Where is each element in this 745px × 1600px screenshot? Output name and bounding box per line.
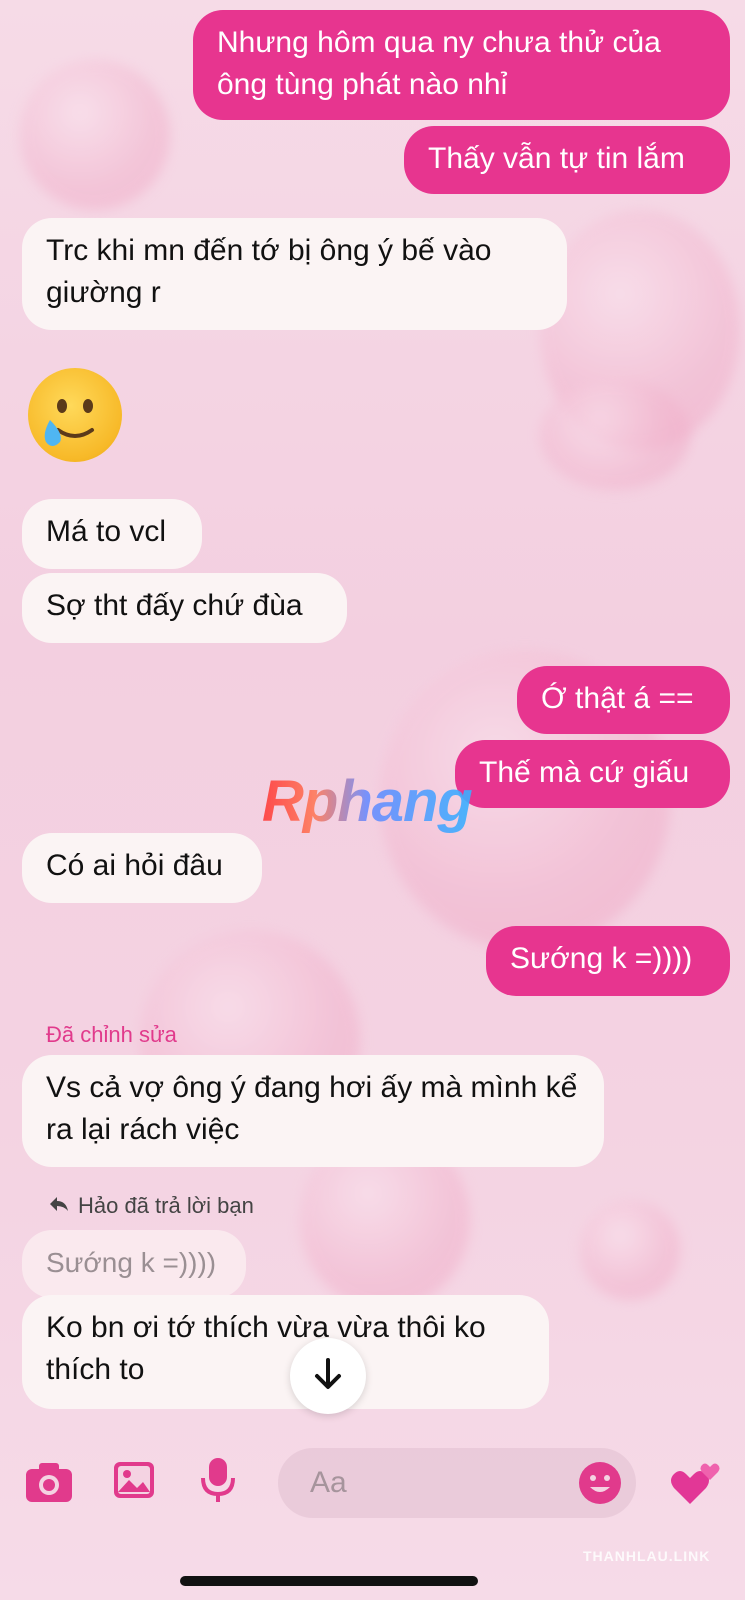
quoted-message[interactable]: Sướng k =)))): [22, 1230, 246, 1298]
message-composer: Aa: [0, 1430, 745, 1540]
home-indicator: [180, 1576, 478, 1586]
background-heart: [580, 1200, 680, 1300]
message-outgoing[interactable]: Ớ thật á ==: [517, 666, 730, 734]
background-heart: [540, 380, 690, 490]
smiling-face-with-tear-icon[interactable]: [28, 368, 122, 462]
reply-note-text: Hảo đã trả lời bạn: [78, 1193, 254, 1218]
message-incoming[interactable]: Sợ tht đấy chứ đùa: [22, 573, 347, 643]
message-input[interactable]: Aa: [278, 1448, 636, 1518]
background-heart: [20, 60, 170, 210]
message-outgoing[interactable]: Nhưng hôm qua ny chưa thử của ông tùng p…: [193, 10, 730, 120]
camera-icon[interactable]: [24, 1460, 74, 1509]
message-input-placeholder: Aa: [310, 1466, 347, 1499]
message-incoming[interactable]: Má to vcl: [22, 499, 202, 569]
hearts-icon[interactable]: [668, 1458, 722, 1513]
arrow-down-icon: [313, 1357, 343, 1396]
message-incoming[interactable]: Có ai hỏi đâu: [22, 833, 262, 903]
site-watermark: THANHLAU.LINK: [583, 1548, 711, 1564]
edited-label: Đã chỉnh sửa: [46, 1022, 177, 1047]
scroll-to-bottom-button[interactable]: [290, 1338, 366, 1414]
message-incoming[interactable]: Ko bn ơi tớ thích vừa vừa thôi ko thích …: [22, 1295, 549, 1409]
message-outgoing[interactable]: Thế mà cứ giấu: [455, 740, 730, 808]
message-outgoing[interactable]: Thấy vẫn tự tin lắm: [404, 126, 730, 194]
message-incoming[interactable]: Trc khi mn đến tớ bị ông ý bế vào giường…: [22, 218, 567, 330]
microphone-icon[interactable]: [200, 1456, 236, 1509]
emoji-icon[interactable]: [578, 1461, 622, 1510]
reply-arrow-icon: [48, 1193, 70, 1219]
watermark-logo: Rphang: [262, 769, 473, 834]
image-icon[interactable]: [112, 1458, 156, 1507]
message-incoming[interactable]: Vs cả vợ ông ý đang hơi ấy mà mình kể ra…: [22, 1055, 604, 1167]
message-outgoing[interactable]: Sướng k =)))): [486, 926, 730, 996]
reply-indicator: Hảo đã trả lời bạn: [48, 1193, 254, 1219]
